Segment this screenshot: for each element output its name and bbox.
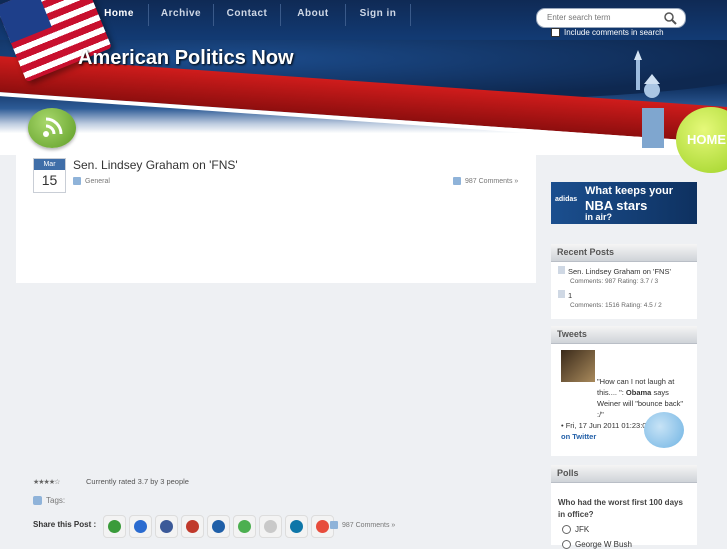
ad-line-2: NBA stars [585, 198, 648, 213]
windows-live-share-button[interactable] [207, 515, 230, 538]
rating-stars[interactable]: ★★★★☆ [33, 478, 60, 486]
twitter-bird-icon [644, 412, 684, 448]
poll-radio[interactable] [562, 525, 571, 534]
post-category: General [73, 177, 110, 185]
post-title[interactable]: Sen. Lindsey Graham on 'FNS' [73, 158, 238, 172]
include-comments-option: Include comments in search [551, 28, 664, 37]
recent-post-item: 1 Comments: 1516 Rating: 4.5 / 2 [558, 290, 662, 309]
post-date-month: Mar [34, 159, 65, 170]
nav-about[interactable]: About [281, 4, 346, 26]
nav-home[interactable]: Home [90, 4, 149, 26]
adidas-ad-banner[interactable]: adidas What keeps your NBA stars in air? [551, 182, 697, 224]
digg-share-button[interactable] [259, 515, 282, 538]
tag-icon [33, 496, 42, 505]
recent-post-title[interactable]: Sen. Lindsey Graham on 'FNS' [568, 267, 671, 276]
tags-label: Tags: [46, 496, 66, 505]
ad-brand: adidas [555, 196, 578, 203]
share-buttons [103, 515, 334, 538]
share-label: Share this Post : [33, 520, 97, 529]
myspace-share-button[interactable] [181, 515, 204, 538]
recent-post-meta: Comments: 987 Rating: 3.7 / 3 [570, 278, 659, 285]
post-comments: 987 Comments » [453, 177, 518, 185]
recent-post-meta: Comments: 1516 Rating: 4.5 / 2 [570, 302, 662, 309]
recent-post-title[interactable]: 1 [568, 291, 572, 300]
share-comments-link[interactable]: 987 Comments » [342, 522, 395, 529]
delicious-share-button[interactable] [129, 515, 152, 538]
post-tags: Tags: [33, 496, 65, 505]
document-icon [558, 266, 565, 274]
poll-question: Who had the worst first 100 days in offi… [558, 498, 683, 519]
category-icon [73, 177, 81, 185]
poll-option[interactable]: JFK [562, 525, 589, 534]
facebook-share-button[interactable] [155, 515, 178, 538]
search-box [536, 8, 686, 28]
rating-text: Currently rated 3.7 by 3 people [86, 477, 189, 486]
main-nav: Home Archive Contact About Sign in [90, 4, 411, 26]
post-content-area [16, 155, 536, 283]
nav-contact[interactable]: Contact [214, 4, 281, 26]
rss-feed-icon[interactable] [28, 108, 76, 148]
post-comments-link[interactable]: 987 Comments » [465, 178, 518, 185]
document-icon [558, 290, 565, 298]
ad-line-1: What keeps your [585, 185, 674, 197]
polls-heading: Polls [551, 465, 697, 483]
post-date-day: 15 [41, 172, 58, 188]
search-icon[interactable] [663, 11, 677, 25]
include-comments-checkbox[interactable] [551, 28, 560, 37]
site-title[interactable]: American Politics Now [78, 47, 294, 70]
home-badge-label: HOME [687, 132, 726, 147]
star-rating-display[interactable]: ★★★★☆ [33, 479, 60, 486]
nav-archive[interactable]: Archive [149, 4, 214, 26]
comments-icon [453, 177, 461, 185]
post-date-badge: Mar 15 [33, 158, 66, 193]
stumbleupon-share-button[interactable] [233, 515, 256, 538]
site-header: Home Archive Contact About Sign in Ameri… [0, 0, 727, 155]
nav-sign-in[interactable]: Sign in [346, 4, 411, 26]
recent-post-item: Sen. Lindsey Graham on 'FNS' Comments: 9… [558, 266, 671, 285]
include-comments-label: Include comments in search [564, 28, 664, 37]
ad-line-3: in air? [585, 212, 613, 222]
linkedin-share-button[interactable] [285, 515, 308, 538]
recent-posts-heading: Recent Posts [551, 244, 697, 262]
share-comments: 987 Comments » [330, 521, 395, 529]
post-category-link[interactable]: General [85, 178, 110, 185]
email-share-button[interactable] [103, 515, 126, 538]
tweet-body: "How can I not laugh at this.... ": Obam… [597, 377, 684, 419]
tweets-heading: Tweets [551, 326, 697, 344]
comments-icon [330, 521, 338, 529]
search-input[interactable] [545, 12, 659, 23]
